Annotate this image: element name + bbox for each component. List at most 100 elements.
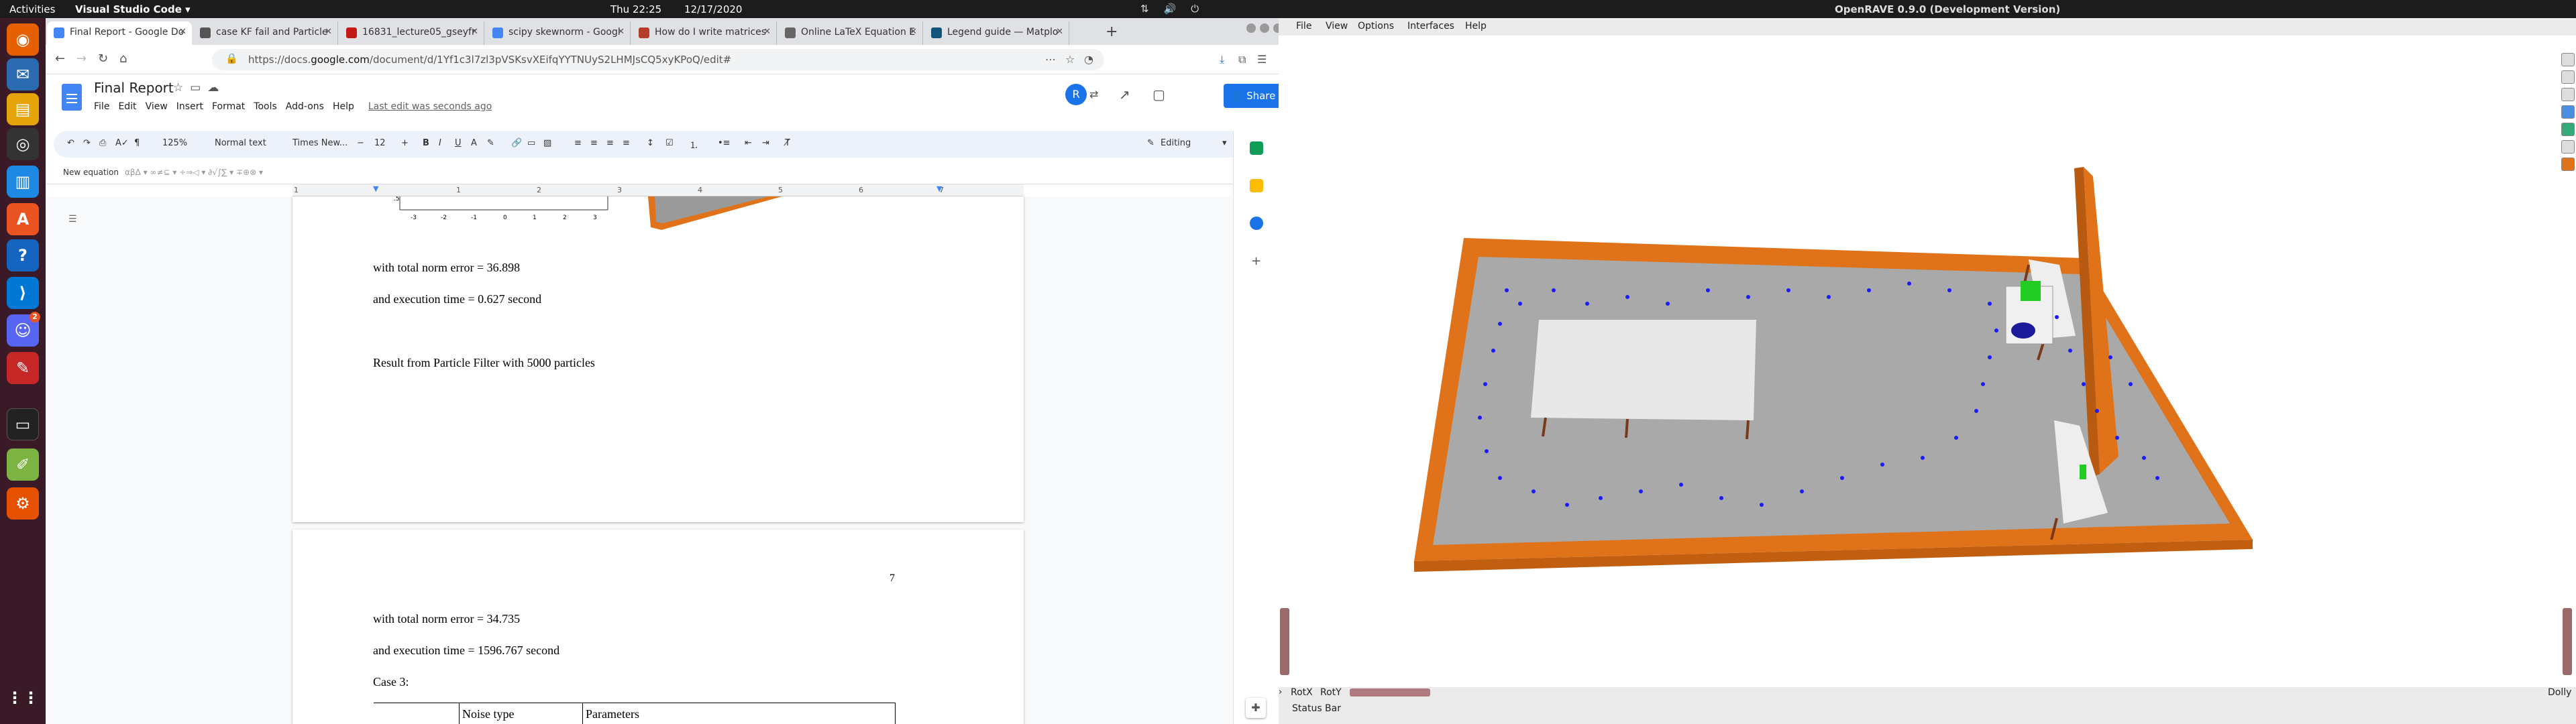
share-button[interactable]: 👤 Share — [1224, 84, 1283, 108]
body-text[interactable]: and execution time = 0.627 second — [373, 292, 541, 306]
url-input[interactable]: 🔒 https://docs.google.com/document/d/1Yf… — [212, 49, 1104, 70]
tab-lecture[interactable]: 16831_lecture05_gseyfr ✕ — [339, 21, 484, 45]
body-text[interactable]: Case 3: — [373, 675, 409, 689]
close-icon[interactable]: ✕ — [471, 27, 478, 37]
roty-slider[interactable] — [1350, 688, 1430, 697]
minimize-button[interactable] — [1246, 23, 1256, 33]
close-icon[interactable]: ✕ — [910, 27, 917, 37]
move-folder-icon[interactable]: ▭ — [190, 81, 201, 95]
or-menu-help[interactable]: Help — [1465, 21, 1487, 32]
tab-final-report[interactable]: Final Report - Google Do ✕ — [47, 21, 192, 45]
star-icon[interactable]: ☆ — [173, 81, 183, 95]
close-icon[interactable]: ✕ — [179, 27, 186, 37]
decrease-indent-icon[interactable]: ⇤ — [745, 138, 752, 148]
embedded-screenshot-image[interactable] — [648, 196, 782, 237]
3d-viewport[interactable] — [1279, 36, 2567, 620]
activities-button[interactable]: Activities — [9, 3, 55, 15]
collapse-icon[interactable]: › — [1279, 687, 1291, 699]
paint-format-icon[interactable]: ¶ — [134, 138, 140, 148]
show-apps-icon[interactable]: ⋮⋮ — [7, 682, 39, 714]
gedit-icon[interactable]: ✐ — [7, 448, 39, 481]
extensions-icon[interactable]: ⧉ — [1238, 53, 1246, 66]
indent-marker-icon[interactable]: ▼ — [373, 184, 378, 193]
checklist-icon[interactable]: ☑ — [665, 138, 674, 148]
align-left-icon[interactable]: ≡ — [574, 138, 582, 148]
align-center-icon[interactable]: ≡ — [590, 138, 598, 148]
menu-help[interactable]: Help — [333, 101, 354, 112]
numbered-list-icon[interactable]: ⒈ — [690, 138, 698, 151]
pocket-icon[interactable]: ◔ — [1084, 53, 1093, 66]
or-menu-file[interactable]: File — [1296, 21, 1311, 32]
forward-arrow-icon[interactable]: → — [76, 52, 87, 66]
highlight-icon[interactable]: ✎ — [487, 138, 494, 148]
align-right-icon[interactable]: ≡ — [606, 138, 614, 148]
body-text[interactable]: Result from Particle Filter with 5000 pa… — [373, 356, 595, 370]
menu-addons[interactable]: Add-ons — [286, 101, 324, 112]
keep-icon[interactable] — [1250, 179, 1263, 192]
print-icon[interactable]: ⎙ — [99, 138, 106, 148]
reload-icon[interactable]: ↻ — [98, 52, 108, 66]
status-icons[interactable]: ⇅ 🔊 ⏻ — [1140, 3, 1199, 15]
document-canvas[interactable]: ☰ -1.5 -3 -2 -1 0 1 2 3 with total norm … — [46, 196, 1233, 724]
noise-table[interactable]: Noise type Parameters — [373, 703, 896, 724]
pinta-icon[interactable]: ✎ — [7, 352, 39, 384]
close-icon[interactable]: ✕ — [763, 27, 771, 37]
explore-icon[interactable]: ✚ — [1246, 698, 1266, 718]
style-select[interactable]: Normal text — [215, 138, 266, 148]
font-size-increase-icon[interactable]: + — [401, 138, 409, 148]
menu-icon[interactable]: ☰ — [1257, 53, 1267, 66]
tasks-icon[interactable] — [1250, 217, 1263, 230]
table-header-cell[interactable]: Parameters — [582, 703, 896, 724]
comments-icon[interactable]: ▢ — [1152, 86, 1165, 103]
more-dots-icon[interactable]: ⋯ — [1045, 53, 1056, 66]
clear-format-icon[interactable]: T̸ — [785, 138, 790, 148]
or-menu-options[interactable]: Options — [1358, 21, 1394, 32]
app-menu[interactable]: Visual Studio Code ▾ — [75, 3, 191, 15]
body-text[interactable]: with total norm error = 34.735 — [373, 612, 520, 626]
maximize-button[interactable] — [1260, 23, 1269, 33]
tab-latex-editor[interactable]: Online LaTeX Equation E ✕ — [778, 21, 923, 45]
right-indent-marker-icon[interactable]: ▼ — [936, 184, 942, 193]
embedded-plot-image[interactable]: -1.5 -3 -2 -1 0 1 2 3 — [393, 196, 614, 230]
zoom-select[interactable]: 125% — [162, 138, 187, 148]
equation-symbol-groups[interactable]: αβΔ ▾ ∞≠⊆ ▾ ÷⇒◁ ▾ ∂√∫∑ ▾ ∓⊕⊗ ▾ — [125, 168, 263, 177]
rhythmbox-icon[interactable]: ◎ — [7, 128, 39, 160]
dolly-slider[interactable] — [2563, 608, 2572, 675]
software-icon[interactable]: A — [7, 203, 39, 235]
align-justify-icon[interactable]: ≡ — [623, 138, 630, 148]
activity-trend-icon[interactable]: ↗ — [1119, 86, 1130, 103]
menu-format[interactable]: Format — [212, 101, 245, 112]
font-select[interactable]: Times New... — [292, 138, 347, 148]
docs-logo-icon[interactable] — [62, 84, 82, 111]
redo-icon[interactable]: ↷ — [83, 138, 91, 148]
tab-matrices[interactable]: How do I write matrices ✕ — [632, 21, 777, 45]
document-page[interactable]: -1.5 -3 -2 -1 0 1 2 3 with total norm er… — [292, 196, 1024, 522]
image-icon[interactable]: ▨ — [543, 138, 551, 148]
spellcheck-icon[interactable]: A✓ — [115, 138, 129, 148]
wire-icon[interactable] — [2561, 123, 2575, 136]
sheets-icon[interactable] — [1250, 141, 1263, 155]
camera-icon[interactable] — [2561, 53, 2575, 66]
close-icon[interactable]: ✕ — [617, 27, 625, 37]
doc-title[interactable]: Final Report — [94, 80, 174, 96]
table-header-cell[interactable]: Noise type — [459, 703, 583, 724]
or-menu-view[interactable]: View — [1326, 21, 1348, 32]
tab-skewnorm[interactable]: scipy skewnorm - Googl ✕ — [486, 21, 631, 45]
menu-insert[interactable]: Insert — [176, 101, 203, 112]
or-menu-interfaces[interactable]: Interfaces — [1407, 21, 1454, 32]
discord-icon[interactable]: ☺ 2 — [7, 312, 40, 347]
new-equation-button[interactable]: New equation — [63, 168, 119, 177]
new-tab-button[interactable]: + — [1106, 23, 1118, 40]
body-text[interactable]: and execution time = 1596.767 second — [373, 644, 559, 658]
undo-icon[interactable]: ↶ — [67, 138, 74, 148]
collaborator-avatar[interactable]: R — [1065, 84, 1087, 105]
bold-icon[interactable]: B — [423, 138, 429, 148]
body-text[interactable]: with total norm error = 36.898 — [373, 261, 520, 275]
menu-view[interactable]: View — [146, 101, 168, 112]
close-icon[interactable]: ✕ — [1056, 27, 1063, 37]
zoom-slider[interactable] — [1280, 608, 1289, 675]
download-icon[interactable]: ⤓ — [1220, 53, 1224, 66]
files-icon[interactable]: ▤ — [7, 93, 39, 125]
underline-icon[interactable]: U — [455, 138, 462, 148]
increase-indent-icon[interactable]: ⇥ — [762, 138, 769, 148]
